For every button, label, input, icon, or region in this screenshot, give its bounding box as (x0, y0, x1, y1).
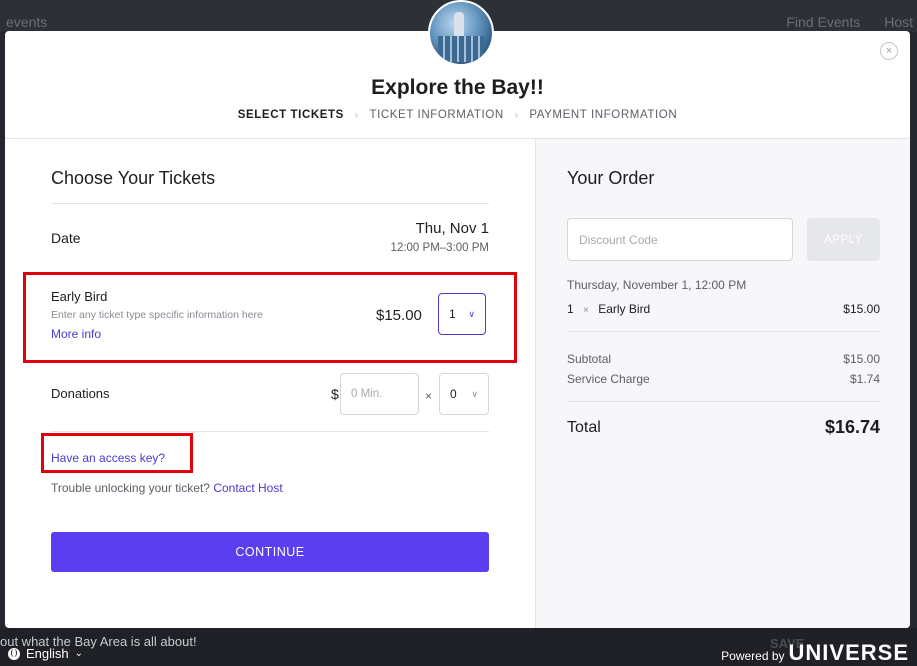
universe-logo: UNIVERSE (788, 640, 909, 665)
donation-amount-input[interactable] (340, 373, 419, 415)
date-label: Date (51, 230, 81, 246)
continue-button[interactable]: CONTINUE (51, 532, 489, 572)
event-title: Explore the Bay!! (371, 76, 544, 99)
access-key-link[interactable]: Have an access key? (51, 451, 165, 465)
divider (567, 331, 880, 332)
step-payment-information: PAYMENT INFORMATION (529, 109, 678, 121)
nav-right: Find Events Host (766, 14, 913, 30)
service-charge-row: Service Charge $1.74 (567, 372, 880, 386)
time-value: 12:00 PM–3:00 PM (390, 242, 489, 254)
chevron-down-icon: ⌄ (74, 648, 84, 659)
language-selector[interactable]: English ⌄ (8, 646, 83, 661)
donation-quantity-select[interactable]: 0 ∨ (439, 373, 489, 415)
total-label: Total (567, 419, 601, 436)
order-line-item: 1 × Early Bird $15.00 (567, 302, 880, 316)
apply-button[interactable]: APPLY (807, 218, 880, 261)
divider (51, 203, 489, 204)
total-amount: $16.74 (824, 417, 880, 437)
order-item-name: Early Bird (598, 302, 651, 316)
subtotal-row: Subtotal $15.00 (567, 352, 880, 366)
service-charge-amount: $1.74 (849, 372, 880, 386)
chevron-down-icon: ∨ (471, 388, 478, 399)
date-value: Thu, Nov 1 (415, 220, 489, 237)
trouble-label: Trouble unlocking your ticket? (51, 481, 210, 495)
trouble-text: Trouble unlocking your ticket? Contact H… (51, 481, 283, 495)
ticket-price: $15.00 (376, 307, 422, 324)
divider (51, 431, 489, 432)
donations-label: Donations (51, 386, 110, 401)
order-date: Thursday, November 1, 12:00 PM (567, 278, 747, 292)
order-summary-panel: Your Order APPLY Thursday, November 1, 1… (535, 139, 910, 628)
ticket-quantity-select[interactable]: 1 ∨ (438, 293, 486, 335)
ticket-description: Enter any ticket type specific informati… (51, 309, 263, 321)
step-select-tickets: SELECT TICKETS (237, 109, 344, 121)
service-charge-label: Service Charge (567, 372, 650, 386)
ticket-quantity-value: 1 (449, 307, 456, 321)
event-avatar (428, 0, 494, 66)
step-ticket-information: TICKET INFORMATION (369, 109, 504, 121)
chevron-down-icon: ∨ (468, 308, 475, 319)
subtotal-amount: $15.00 (843, 352, 880, 366)
donation-quantity-value: 0 (450, 387, 457, 401)
ticket-row-early-bird: Early Bird Enter any ticket type specifi… (51, 287, 489, 342)
checkout-steps: SELECT TICKETS › TICKET INFORMATION › PA… (5, 109, 910, 121)
nav-find-events-link[interactable]: Find Events (786, 14, 860, 30)
ticket-selection-panel: Choose Your Tickets Date Thu, Nov 1 12:0… (5, 139, 535, 628)
subtotal-label: Subtotal (567, 352, 612, 366)
checkout-modal: × Explore the Bay!! SELECT TICKETS › TIC… (5, 31, 910, 628)
nav-host-link[interactable]: Host (884, 14, 913, 30)
discount-code-input[interactable] (567, 218, 793, 261)
divider (567, 401, 880, 402)
choose-tickets-heading: Choose Your Tickets (51, 168, 216, 188)
ticket-name: Early Bird (51, 289, 108, 304)
contact-host-link[interactable]: Contact Host (213, 481, 282, 495)
powered-by[interactable]: Powered by UNIVERSE (721, 640, 909, 666)
step-separator-icon: › (514, 110, 519, 121)
language-label: English (26, 646, 69, 661)
globe-icon (8, 647, 20, 660)
more-info-link[interactable]: More info (51, 327, 101, 341)
donation-currency: $ (331, 386, 339, 402)
powered-by-label: Powered by (721, 649, 785, 663)
order-item-amount: $15.00 (843, 302, 880, 316)
your-order-heading: Your Order (567, 168, 655, 188)
donation-times: × (425, 389, 433, 403)
order-item-times: × (583, 305, 589, 316)
order-item-qty: 1 (567, 302, 574, 316)
nav-events-link[interactable]: events (6, 14, 47, 30)
total-row: Total $16.74 (567, 417, 880, 437)
step-separator-icon: › (354, 110, 359, 121)
